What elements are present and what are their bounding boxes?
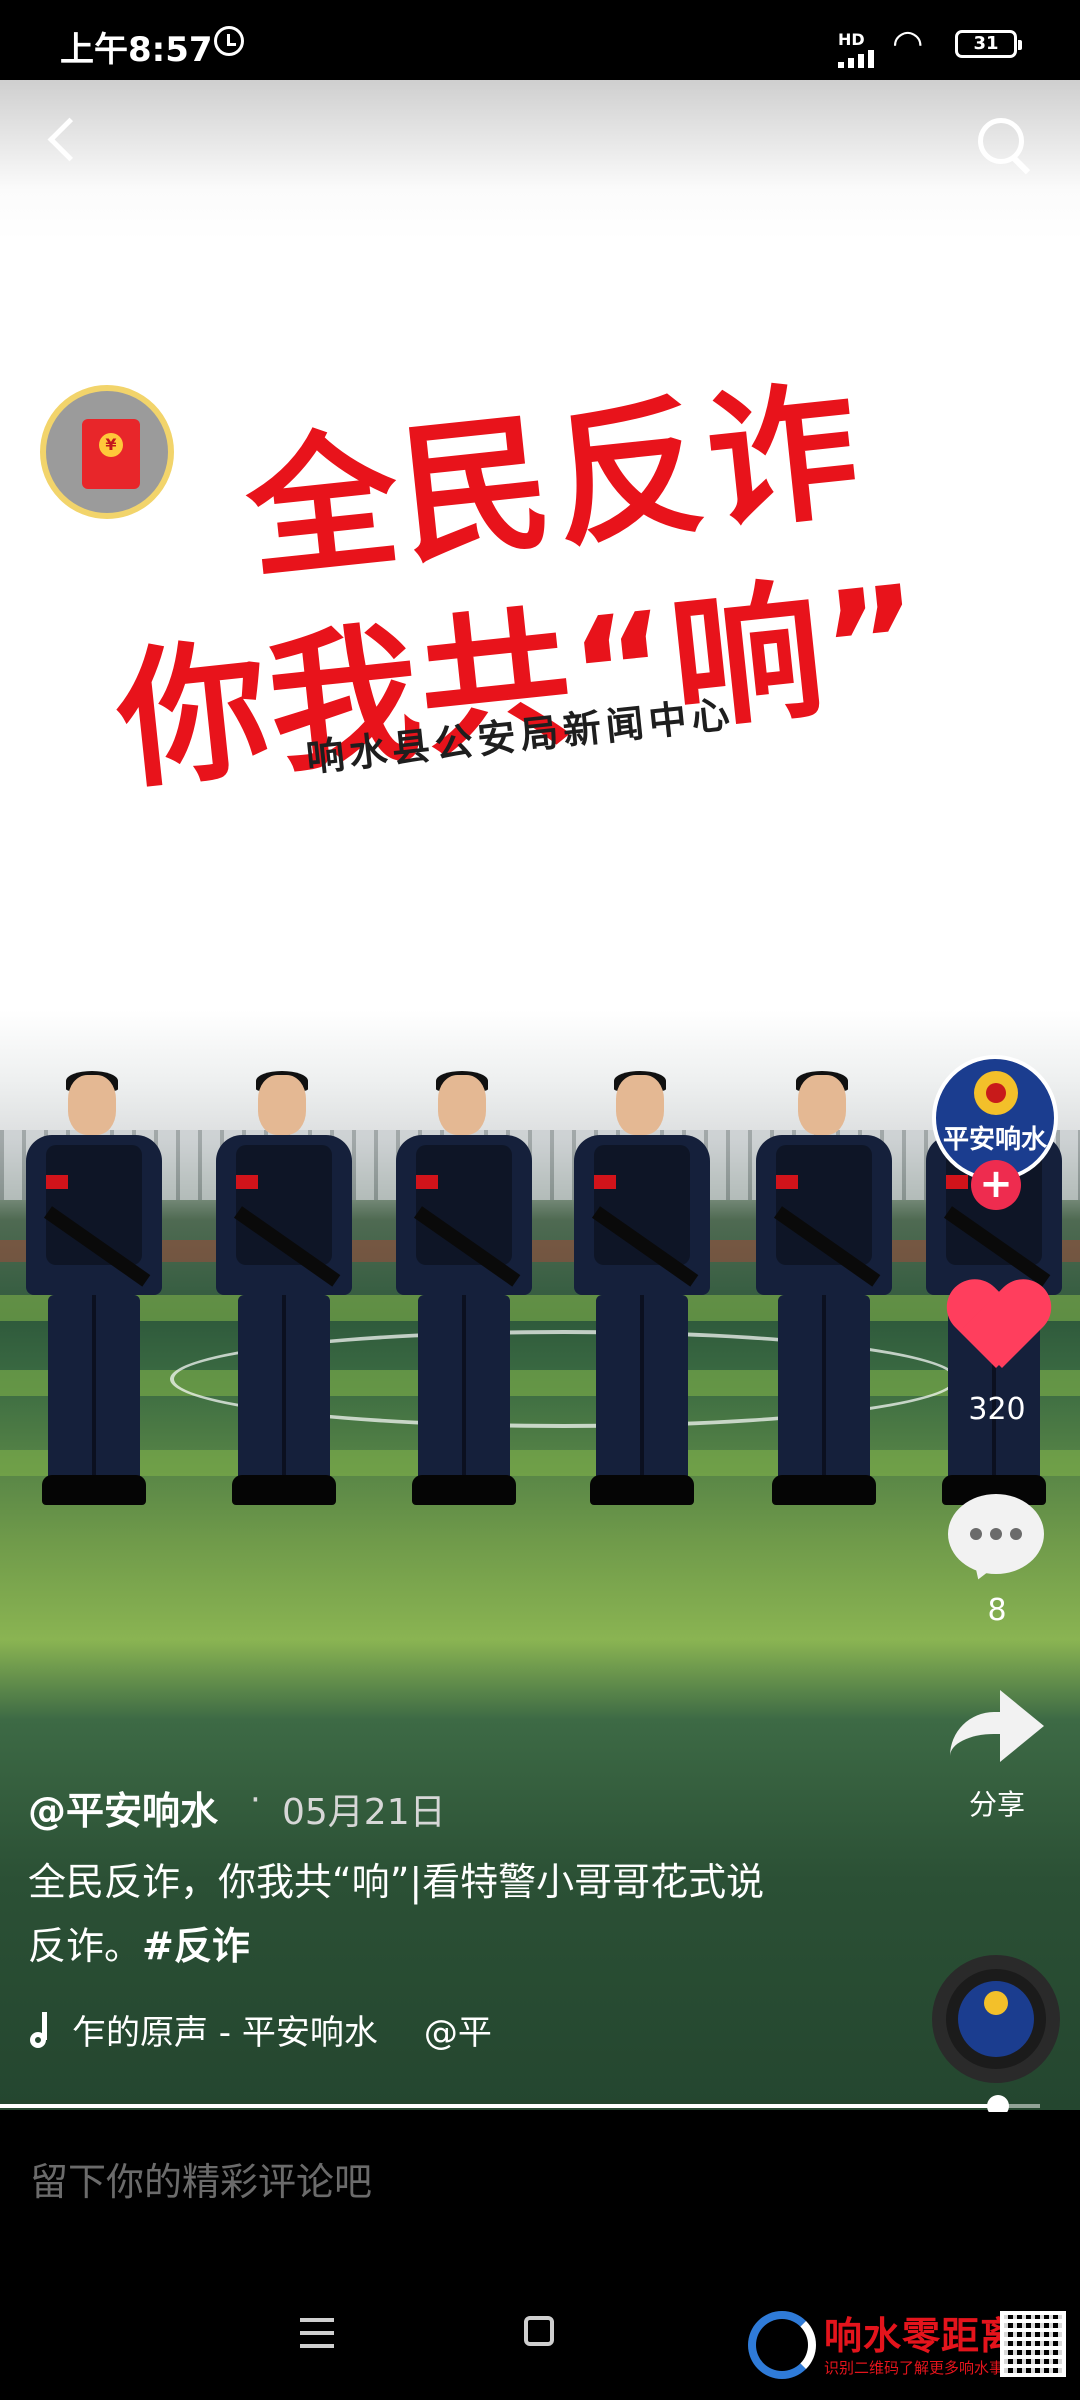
like-count: 320 [968,1392,1026,1427]
battery-icon: 31 [955,30,1022,58]
status-bar: 上午8:57 HD ◠ 31 [0,0,1080,80]
home-nav-icon[interactable] [524,2316,554,2346]
alarm-icon [214,26,244,56]
progress-fill [0,2104,999,2108]
caption-separator: · [250,1780,261,1820]
comment-count: 8 [987,1593,1007,1628]
comment-icon[interactable] [948,1494,1044,1574]
search-button[interactable] [972,112,1036,176]
red-envelope-button[interactable]: ¥ [40,385,174,519]
officer-figure [566,1071,716,1515]
watermark-title: 响水零距离 [824,2313,1020,2358]
officer-figure [18,1071,168,1515]
officer-figure [388,1071,538,1515]
caption-body: 全民反诈，你我共“响”|看特警小哥哥花式说反诈。 [28,1860,765,1968]
author-username[interactable]: @平安响水 [28,1780,218,1835]
watermark-subtitle: 识别二维码了解更多响水事 [824,2359,1005,2377]
police-emblem-icon [974,1071,1018,1115]
music-mention: @平 [423,2013,492,2053]
signal-icon [838,48,882,68]
network-type-label: HD [838,30,865,49]
post-date: 05月21日 [282,1792,446,1833]
wifi-icon: ◠ [892,23,924,64]
like-heart-icon[interactable] [946,1282,1046,1382]
qr-code-icon [1000,2311,1066,2377]
caption-text: 全民反诈，你我共“响”|看特警小哥哥花式说反诈。#反诈 [28,1850,788,1978]
coin-icon: ¥ [99,433,123,457]
video-progress-bar[interactable] [0,2095,1040,2117]
officer-figure [208,1071,358,1515]
status-time: 上午8:57 [60,30,213,70]
hashtag-link[interactable]: #反诈 [142,1924,250,1968]
menu-nav-icon[interactable] [300,2318,334,2348]
officer-figure [748,1071,898,1515]
follow-button[interactable]: + [971,1160,1021,1210]
back-button[interactable] [40,110,90,170]
share-label: 分享 [968,1788,1025,1821]
comment-input[interactable] [30,2160,730,2204]
music-disc-icon[interactable] [932,1955,1060,2083]
music-note-icon [28,2011,54,2048]
music-title: 乍的原声 - 平安响水 [72,2013,378,2053]
share-icon[interactable] [950,1690,1044,1764]
avatar-text: 平安响水 [942,1125,1047,1155]
watermark: 响水零距离 识别二维码了解更多响水事 [748,2305,1068,2395]
music-row[interactable]: 乍的原声 - 平安响水 @平 [28,2005,492,2054]
watermark-logo-icon [748,2311,816,2379]
